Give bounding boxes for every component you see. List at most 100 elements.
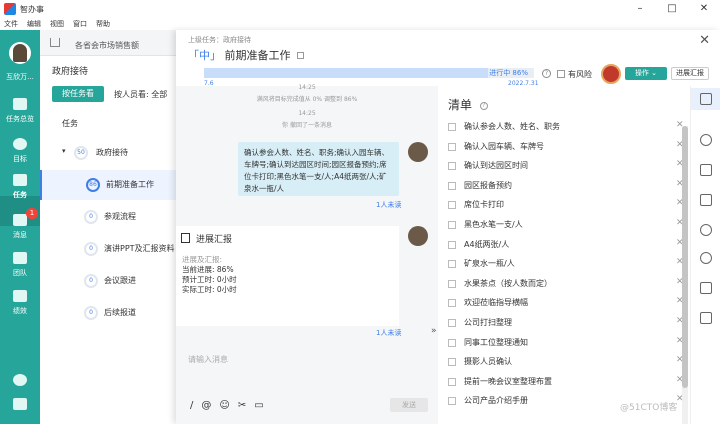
slash-command-icon[interactable]: / — [190, 400, 193, 411]
checklist-checkbox[interactable] — [448, 279, 456, 288]
folder-icon[interactable]: ▭ — [254, 400, 263, 411]
folder-icon[interactable] — [700, 312, 712, 324]
menu-help[interactable]: 帮助 — [96, 19, 110, 29]
checklist-checkbox[interactable] — [448, 319, 456, 327]
scroll-thumb[interactable] — [682, 126, 688, 388]
minimize-button[interactable]: – — [624, 0, 656, 18]
nav-messages[interactable]: 消息 — [0, 230, 40, 240]
task-row-parent[interactable]: ▾ 50 政府接待 — [40, 138, 180, 168]
task-name: 演讲PPT及汇报资料 — [104, 244, 175, 253]
progress-report-card[interactable]: 进展汇报 进展及汇报: 当前进展: 86% 预计工时: 0小时 实际工时: 0小… — [176, 226, 399, 326]
emoji-icon[interactable]: ☺ — [219, 400, 229, 411]
checklist-checkbox[interactable] — [448, 201, 456, 210]
mention-icon[interactable]: @ — [201, 400, 211, 411]
checklist-checkbox[interactable] — [448, 142, 456, 151]
menu-view[interactable]: 视图 — [50, 19, 64, 29]
checklist-item[interactable]: 确认参会人数、姓名、职务 ✕ — [448, 118, 684, 138]
unread-count[interactable]: 1人未读 — [376, 200, 401, 210]
document-icon[interactable] — [700, 194, 712, 206]
view-by-task-button[interactable]: 按任务看 — [52, 86, 104, 102]
maximize-button[interactable]: □ — [656, 0, 688, 18]
checklist-help-icon[interactable]: ? — [479, 101, 488, 110]
checklist-item-text: 确认到达园区时间 — [464, 161, 528, 171]
user-icon[interactable] — [700, 224, 712, 236]
star-icon[interactable] — [700, 282, 712, 294]
list-icon[interactable] — [700, 93, 712, 105]
task-title-text: 前期准备工作 — [224, 49, 291, 62]
user-avatar[interactable] — [9, 42, 31, 64]
close-detail-button[interactable]: ✕ — [699, 33, 710, 48]
task-name: 会议跟进 — [104, 276, 136, 285]
title-bar: 智办事 — [0, 0, 720, 18]
home-icon[interactable] — [50, 38, 60, 47]
risk-checkbox[interactable] — [557, 70, 565, 78]
info-icon[interactable] — [700, 134, 712, 146]
checklist-item[interactable]: 提前一晚会议室整理布置 ✕ — [448, 373, 684, 393]
checklist-checkbox[interactable] — [448, 162, 456, 171]
checklist-item[interactable]: 摄影人员确认 ✕ — [448, 353, 684, 373]
task-row-active[interactable]: 86 前期准备工作 — [40, 170, 180, 200]
message-bubble: 确认参会人数、姓名、职务;确认入园车辆、车牌号;确认到达园区时间;园区报备预约;… — [238, 142, 399, 196]
nav-performance[interactable]: 绩效 — [0, 306, 40, 316]
checklist-checkbox[interactable] — [448, 240, 456, 249]
checklist-item[interactable]: 席位卡打印 ✕ — [448, 196, 684, 216]
close-window-button[interactable]: ✕ — [688, 0, 720, 18]
nav-overview[interactable]: 任务总览 — [0, 114, 40, 124]
task-row[interactable]: 0 参观流程 — [40, 202, 180, 232]
nav-goals[interactable]: 目标 — [0, 154, 40, 164]
checklist-checkbox[interactable] — [448, 221, 456, 229]
tab-sales[interactable]: 各省会市场销售额 — [75, 40, 139, 51]
menu-file[interactable]: 文件 — [4, 19, 18, 29]
add-member-icon[interactable] — [13, 374, 27, 386]
checklist-checkbox[interactable] — [448, 260, 456, 269]
collapse-chat-icon[interactable]: » — [431, 326, 437, 336]
priority-tag[interactable]: 「中」 — [188, 49, 221, 62]
member-filter[interactable]: 按人员看: 全部 — [114, 89, 167, 100]
checklist-checkbox[interactable] — [448, 299, 456, 308]
task-row[interactable]: 0 后续报道 — [40, 298, 180, 328]
operation-button[interactable]: 操作 ⌄ — [625, 67, 667, 80]
assignee-avatar[interactable] — [601, 64, 621, 84]
help-icon[interactable]: ? — [542, 69, 551, 78]
checklist-checkbox[interactable] — [448, 377, 456, 386]
message-input[interactable]: 请输入消息 — [188, 354, 228, 365]
send-button[interactable]: 发送 — [390, 398, 428, 412]
checklist-scrollbar[interactable] — [682, 126, 688, 424]
progress-circle: 0 — [84, 210, 98, 224]
task-row[interactable]: 0 会议跟进 — [40, 266, 180, 296]
progress-bar[interactable]: 进行中 86% — [204, 68, 534, 78]
checklist-item-text: 摄影人员确认 — [464, 357, 512, 367]
checklist-item[interactable]: 水果茶点（按人数而定） ✕ — [448, 275, 684, 295]
menu-window[interactable]: 窗口 — [73, 19, 87, 29]
progress-report-button[interactable]: 进展汇报 — [671, 67, 709, 80]
checklist-item[interactable]: 同事工位整理通知 ✕ — [448, 334, 684, 354]
task-row[interactable]: 0 演讲PPT及汇报资料 — [40, 234, 180, 264]
message-input-area[interactable]: 请输入消息 / @ ☺ ✂ ▭ 发送 — [176, 344, 438, 424]
checklist-item[interactable]: 确认到达园区时间 ✕ — [448, 157, 684, 177]
checklist-checkbox[interactable] — [448, 397, 456, 406]
nav-tasks[interactable]: 任务 — [0, 190, 40, 200]
unread-count[interactable]: 1人未读 — [376, 328, 401, 338]
checklist-panel: 清单 ? 确认参会人数、姓名、职务 ✕ 确认入园车辆、车牌号 ✕ 确认到达园区时间 ✕ 园区… — [441, 86, 690, 424]
checklist-item[interactable]: 确认入园车辆、车牌号 ✕ — [448, 138, 684, 158]
checklist-checkbox[interactable] — [448, 338, 456, 347]
checklist-item[interactable]: 矿泉水一瓶/人 ✕ — [448, 255, 684, 275]
member-icon[interactable] — [700, 164, 712, 176]
notes-icon[interactable] — [13, 398, 27, 410]
checklist-item[interactable]: 园区报备预约 ✕ — [448, 177, 684, 197]
collapse-caret-icon[interactable]: ▾ — [62, 147, 66, 155]
checklist-checkbox[interactable] — [448, 181, 456, 190]
progress-circle: 86 — [86, 178, 100, 192]
checklist-checkbox[interactable] — [448, 358, 456, 367]
screenshot-icon[interactable]: ✂ — [238, 400, 246, 411]
parent-task-link[interactable]: 上级任务：政府接待 — [188, 35, 251, 45]
checklist-item[interactable]: 欢迎莅临指导横幅 ✕ — [448, 294, 684, 314]
checklist-item[interactable]: 公司打扫整理 ✕ — [448, 314, 684, 334]
alarm-icon[interactable] — [700, 252, 712, 264]
checklist-item[interactable]: A4纸两张/人 ✕ — [448, 236, 684, 256]
nav-team[interactable]: 团队 — [0, 268, 40, 278]
checklist-item[interactable]: 黑色水笔一支/人 ✕ — [448, 216, 684, 236]
edit-icon[interactable] — [297, 52, 304, 59]
checklist-checkbox[interactable] — [448, 123, 456, 131]
menu-edit[interactable]: 编辑 — [27, 19, 41, 29]
